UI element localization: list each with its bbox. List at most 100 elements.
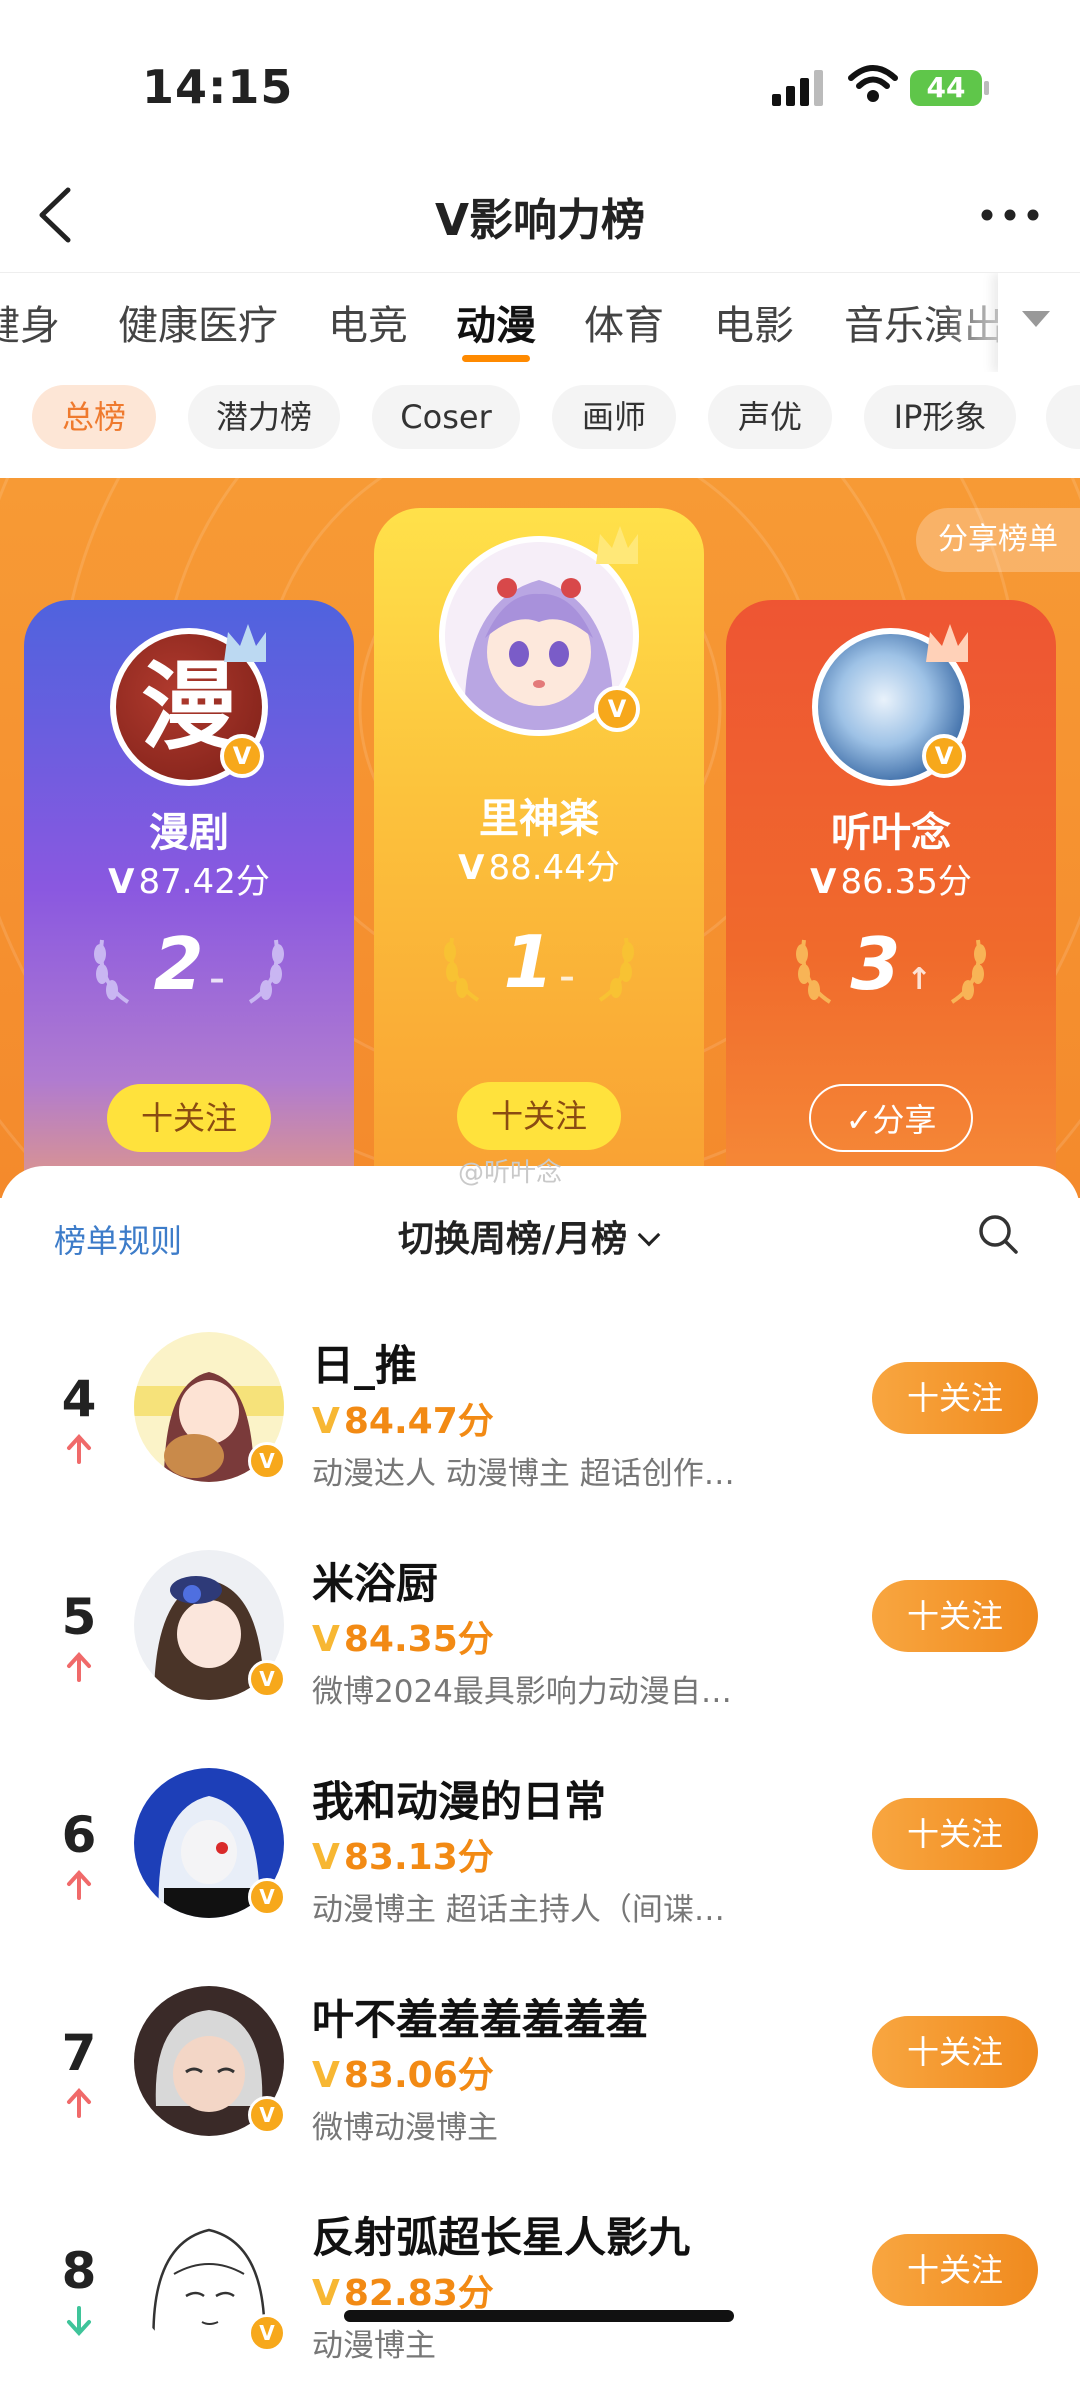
score-value: 83.06分 <box>343 2055 494 2096</box>
podium-card-1[interactable]: V 里神楽 V 88.44分 1– 十关注 <box>374 508 704 1198</box>
follow-button[interactable]: 十关注 <box>457 1082 621 1150</box>
nav-bar: V影响力榜 <box>0 160 1080 270</box>
v-icon: V <box>312 2055 340 2096</box>
list-item[interactable]: 7 V 叶不羞羞羞羞羞羞 V 83.06分 微博动漫博主 十关注 <box>0 1976 1080 2186</box>
tab-esports[interactable]: 电竞 <box>328 293 408 351</box>
subtab-illustrator[interactable]: 画师 <box>552 385 676 449</box>
user-score: V 82.83分 <box>312 2264 494 2316</box>
podium-section: 分享榜单 漫 V 漫剧 V 87.42分 2– 十关注 V 里神楽 V 88.4… <box>0 478 1080 1198</box>
verified-badge: V <box>594 686 640 732</box>
category-tabs: 健身 健康医疗 电竞 动漫 体育 电影 音乐演出 <box>0 272 1080 372</box>
podium-score-value: 88.44分 <box>488 848 620 888</box>
crown-icon <box>224 624 266 662</box>
podium-card-3[interactable]: V 听叶念 V 86.35分 3 ↑ ✓分享 <box>726 600 1056 1198</box>
share-board-button[interactable]: 分享榜单 <box>916 508 1080 572</box>
ranking-rules-link[interactable]: 榜单规则 <box>54 1216 182 1262</box>
crown-icon <box>926 624 968 662</box>
v-icon: V <box>312 1401 340 1442</box>
follow-button[interactable]: 十关注 <box>872 1798 1038 1870</box>
user-name: 日_推 <box>312 1341 418 1390</box>
list-item[interactable]: 6 V 我和动漫的日常 V 83.13分 动漫博主 超话主持人（间谍… 十关注 <box>0 1758 1080 1968</box>
user-score: V 84.47分 <box>312 1392 494 1444</box>
subtab-potential[interactable]: 潜力榜 <box>188 385 340 449</box>
v-icon: V <box>458 848 485 888</box>
tab-sports[interactable]: 体育 <box>584 293 664 351</box>
verified-badge: V <box>220 734 264 778</box>
user-name: 叶不羞羞羞羞羞羞 <box>312 1995 649 2044</box>
tab-fitness[interactable]: 健身 <box>0 293 60 351</box>
v-icon: V <box>810 862 837 902</box>
podium-card-2[interactable]: 漫 V 漫剧 V 87.42分 2– 十关注 <box>24 600 354 1198</box>
cellular-signal-icon <box>772 70 823 106</box>
list-item[interactable]: 5 V 米浴厨 V 84.35分 微博2024最具影响力动漫自… 十关注 <box>0 1540 1080 1750</box>
podium-rank: 3 ↑ <box>726 922 1056 1006</box>
tab-anime[interactable]: 动漫 <box>456 293 536 351</box>
v-icon: V <box>108 862 135 902</box>
podium-score: V 86.35分 <box>726 854 1056 903</box>
follow-button[interactable]: 十关注 <box>872 2234 1038 2306</box>
subtab-ip-character[interactable]: IP形象 <box>864 385 1016 449</box>
verified-badge: V <box>248 1878 286 1916</box>
podium-rank: 1– <box>374 920 704 1004</box>
user-name: 我和动漫的日常 <box>312 1777 607 1826</box>
subtab-coser[interactable]: Coser <box>372 385 520 449</box>
user-description: 动漫博主 <box>312 2328 436 2364</box>
more-options-icon[interactable] <box>975 190 1045 240</box>
verified-badge: V <box>248 1442 286 1480</box>
follow-button[interactable]: 十关注 <box>872 2016 1038 2088</box>
rank-number: 5 <box>61 1588 97 1646</box>
expand-tabs-button[interactable] <box>998 273 1080 372</box>
user-score: V 83.06分 <box>312 2046 494 2098</box>
podium-name: 里神楽 <box>479 796 599 842</box>
verified-badge: V <box>248 2096 286 2134</box>
podium-score: V 88.44分 <box>374 840 704 889</box>
verified-badge: V <box>248 2314 286 2352</box>
active-tab-underline <box>462 355 530 362</box>
list-item[interactable]: 4 V 日_推 V 84.47分 动漫达人 动漫博主 超话创作… 十关注 <box>0 1322 1080 1532</box>
tab-health[interactable]: 健康医疗 <box>118 293 278 351</box>
podium-score: V 87.42分 <box>24 854 354 903</box>
podium-rank: 2– <box>24 922 354 1006</box>
list-item[interactable]: 8 V 反射弧超长星人影九 V 82.83分 动漫博主 十关注 <box>0 2194 1080 2404</box>
sub-tabs: 总榜 潜力榜 Coser 画师 声优 IP形象 <box>0 385 1080 455</box>
podium-name: 漫剧 <box>149 810 229 856</box>
subtab-overflow[interactable] <box>1046 385 1080 449</box>
rank-number: 6 <box>61 1806 97 1864</box>
v-icon: V <box>312 2273 340 2314</box>
search-icon[interactable] <box>976 1212 1020 1256</box>
v-icon: V <box>312 1619 340 1660</box>
arrow-up-icon <box>67 1870 91 1900</box>
arrow-up-icon <box>67 2088 91 2118</box>
subtab-voice-actor[interactable]: 声优 <box>708 385 832 449</box>
chevron-down-icon <box>637 1223 661 1247</box>
subtab-overall[interactable]: 总榜 <box>32 385 156 449</box>
user-description: 动漫达人 动漫博主 超话创作… <box>312 1456 735 1492</box>
arrow-down-icon <box>67 2306 91 2336</box>
follow-button[interactable]: 十关注 <box>107 1084 271 1152</box>
user-name: 米浴厨 <box>312 1559 439 1608</box>
rank-trend: – <box>209 962 225 997</box>
verified-badge: V <box>922 734 966 778</box>
watermark: @听叶念 <box>458 1158 563 1188</box>
user-description: 动漫博主 超话主持人（间谍… <box>312 1892 725 1928</box>
user-description: 微博动漫博主 <box>312 2110 498 2146</box>
podium-score-value: 87.42分 <box>138 862 270 902</box>
rank-number: 7 <box>61 2024 97 2082</box>
verified-badge: V <box>248 1660 286 1698</box>
battery-indicator: 44 <box>910 70 989 106</box>
home-indicator[interactable] <box>344 2310 734 2322</box>
arrow-up-icon <box>67 1652 91 1682</box>
podium-name: 听叶念 <box>831 810 951 856</box>
v-icon: V <box>312 1837 340 1878</box>
user-score: V 83.13分 <box>312 1828 494 1880</box>
tab-movies[interactable]: 电影 <box>714 293 794 351</box>
triangle-down-icon <box>1022 311 1050 327</box>
share-button[interactable]: ✓分享 <box>809 1084 973 1152</box>
switch-period-dropdown[interactable]: 切换周榜/月榜 <box>398 1210 661 1262</box>
switch-label: 切换周榜/月榜 <box>398 1219 628 1260</box>
follow-button[interactable]: 十关注 <box>872 1580 1038 1652</box>
podium-score-value: 86.35分 <box>840 862 972 902</box>
score-value: 84.47分 <box>343 1401 494 1442</box>
follow-button[interactable]: 十关注 <box>872 1362 1038 1434</box>
rank-trend: ↑ <box>906 962 932 997</box>
